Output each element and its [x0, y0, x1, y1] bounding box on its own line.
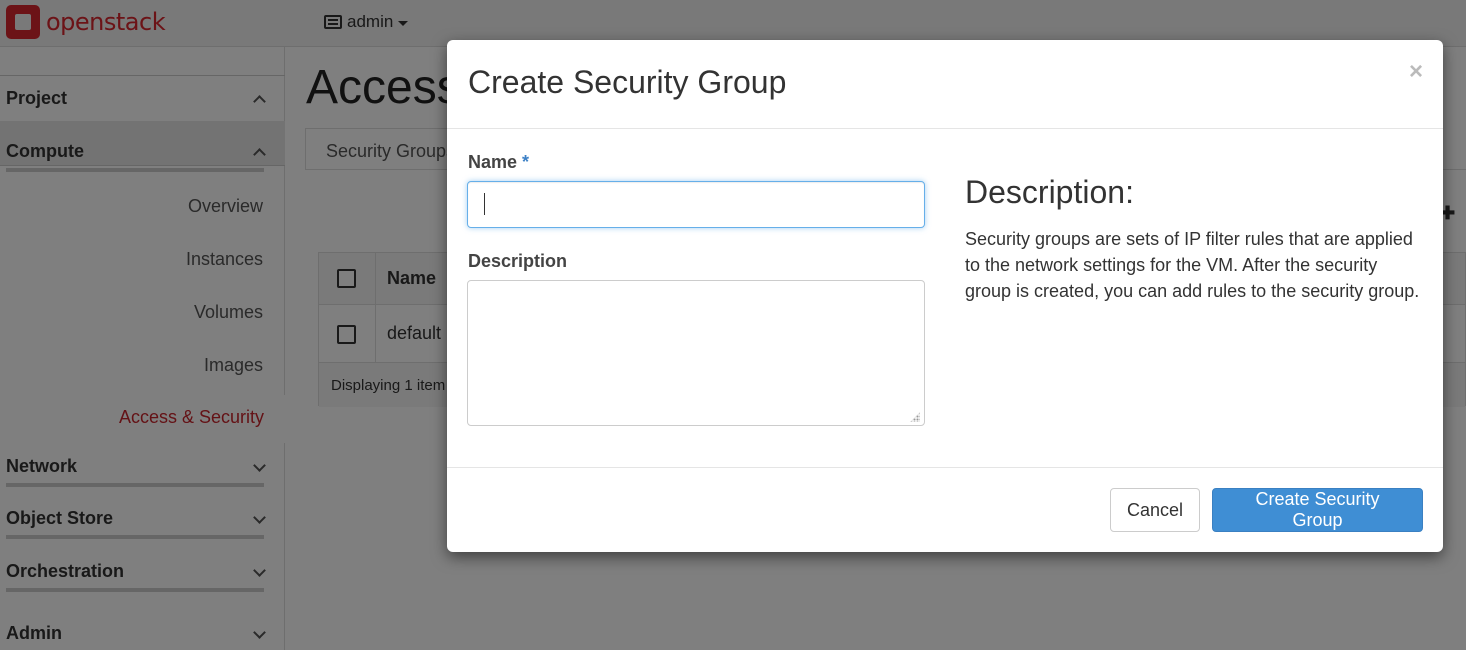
text-cursor — [484, 193, 485, 215]
help-text: Security groups are sets of IP filter ru… — [965, 229, 1420, 301]
modal-header-divider — [447, 128, 1443, 129]
modal-title: Create Security Group — [468, 64, 787, 100]
name-input[interactable] — [467, 181, 925, 228]
description-label: Description — [468, 251, 568, 271]
cancel-button[interactable]: Cancel — [1110, 488, 1200, 532]
help-title: Description: — [965, 174, 1134, 210]
create-security-group-modal: Create Security Group × Name * Descripti… — [447, 40, 1443, 552]
description-textarea[interactable] — [467, 280, 925, 426]
required-asterisk: * — [522, 152, 530, 172]
name-label-text: Name — [468, 152, 518, 172]
create-security-group-button[interactable]: Create Security Group — [1212, 488, 1423, 532]
modal-footer-divider — [447, 467, 1443, 468]
name-label: Name * — [468, 152, 529, 173]
close-icon[interactable]: × — [1409, 60, 1423, 84]
